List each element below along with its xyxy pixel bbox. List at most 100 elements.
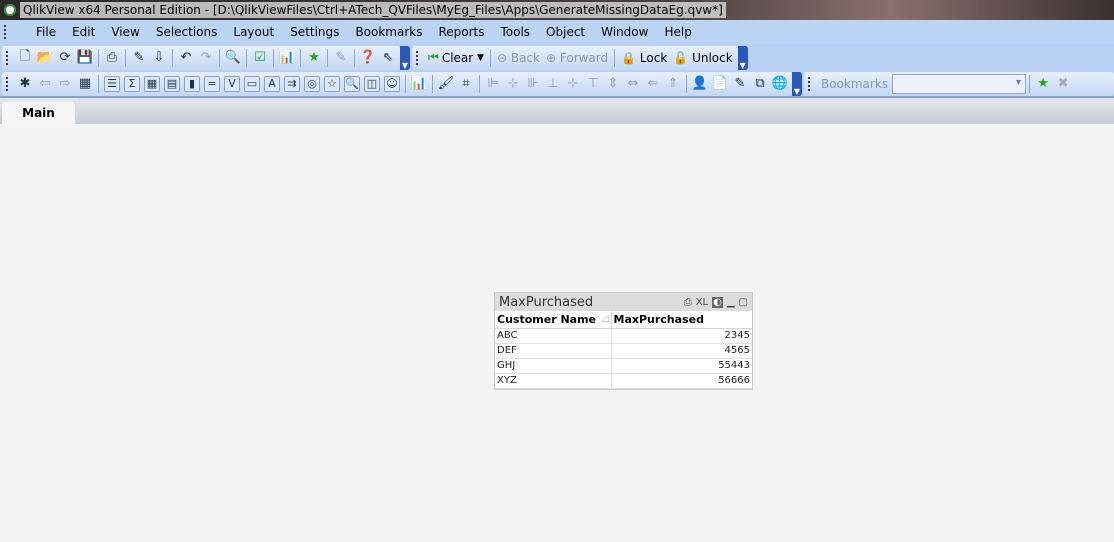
unlock-button[interactable]: 🔓 Unlock bbox=[670, 51, 735, 65]
add-bookmark-icon[interactable]: ★ bbox=[306, 50, 322, 66]
input-box-icon[interactable]: = bbox=[204, 75, 220, 92]
align-left-icon[interactable]: ⊫ bbox=[485, 76, 501, 92]
save-icon[interactable]: 💾 bbox=[77, 50, 93, 66]
line-arrow-icon[interactable]: ⇉ bbox=[284, 75, 300, 92]
lock-button[interactable]: 🔒 Lock bbox=[618, 51, 670, 65]
clear-button[interactable]: ⏮ Clear ▼ bbox=[425, 50, 487, 65]
column-header-customer-name[interactable]: Customer Name ◿ bbox=[495, 311, 612, 329]
maximize-icon[interactable]: ▢ bbox=[739, 297, 748, 308]
align-bottom-icon[interactable]: ⊥ bbox=[545, 76, 561, 92]
space-vertical-icon[interactable]: ⇕ bbox=[605, 76, 621, 92]
statistics-box-icon[interactable]: Σ bbox=[124, 75, 140, 92]
format-painter-icon[interactable]: 🖌 bbox=[438, 76, 455, 92]
web-view-icon[interactable]: 🌐 bbox=[772, 76, 788, 92]
chart-wizard-icon[interactable]: 📊 bbox=[279, 50, 295, 66]
forward-button[interactable]: ⊕ Forward bbox=[543, 51, 611, 65]
new-sheet-icon[interactable]: ✱ bbox=[17, 76, 33, 92]
menu-bookmarks[interactable]: Bookmarks bbox=[347, 25, 430, 39]
align-top-icon[interactable]: ⊤ bbox=[585, 76, 601, 92]
menu-file[interactable]: File bbox=[28, 25, 64, 39]
menu-edit[interactable]: Edit bbox=[64, 25, 103, 39]
menu-view[interactable]: View bbox=[103, 25, 147, 39]
minimize-icon[interactable]: ▁ bbox=[727, 297, 735, 308]
bookmark-object-icon[interactable]: ☆ bbox=[324, 75, 340, 92]
document-properties-icon[interactable]: 📄 bbox=[712, 76, 728, 92]
distribute-left-icon[interactable]: ⇐ bbox=[645, 76, 661, 92]
menu-object[interactable]: Object bbox=[538, 25, 593, 39]
back-button[interactable]: ⊖ Back bbox=[494, 51, 543, 65]
edit-module-icon[interactable]: ✎ bbox=[732, 76, 748, 92]
menu-layout[interactable]: Layout bbox=[225, 25, 282, 39]
table-box-maxpurchased[interactable]: MaxPurchased ⎙ XL ◐ ▁ ▢ Customer Name ◿ M… bbox=[494, 292, 753, 390]
search-icon[interactable]: 🔍 bbox=[225, 50, 241, 66]
print-icon[interactable]: ⎙ bbox=[104, 50, 120, 66]
table-viewer-icon[interactable]: ⧉ bbox=[752, 76, 768, 92]
send-to-excel-icon[interactable]: XL bbox=[696, 297, 708, 308]
tab-main[interactable]: Main bbox=[2, 102, 75, 124]
button-object-icon[interactable]: ▭ bbox=[244, 75, 260, 92]
align-center-icon[interactable]: ⊹ bbox=[505, 76, 521, 92]
column-header-maxpurchased[interactable]: MaxPurchased bbox=[611, 311, 752, 329]
menu-settings[interactable]: Settings bbox=[282, 25, 347, 39]
table-row[interactable]: DEF 4565 bbox=[495, 343, 752, 359]
multibox-icon[interactable]: ▤ bbox=[164, 75, 180, 92]
cell-customer[interactable]: GHJ bbox=[495, 358, 612, 374]
table-row[interactable]: GHJ 55443 bbox=[495, 358, 752, 374]
reload-icon[interactable]: ⟳ bbox=[57, 50, 73, 66]
menu-selections[interactable]: Selections bbox=[148, 25, 226, 39]
table-box-icon[interactable]: ▦ bbox=[144, 75, 160, 92]
cell-customer[interactable]: DEF bbox=[495, 343, 612, 359]
add-bookmark-icon[interactable]: ★ bbox=[1035, 76, 1051, 92]
new-document-icon[interactable]: 🗋 bbox=[17, 49, 33, 66]
cell-customer[interactable]: XYZ bbox=[495, 373, 612, 389]
edit-expression-icon[interactable]: ✎ bbox=[333, 50, 349, 66]
table-row[interactable]: ABC 2345 bbox=[495, 328, 752, 344]
edit-script-icon[interactable]: ✎ bbox=[131, 50, 147, 66]
align-middle-icon[interactable]: ⊹ bbox=[565, 76, 581, 92]
remove-bookmark-icon[interactable]: ✖ bbox=[1055, 76, 1071, 92]
align-grid-icon[interactable]: ⌗ bbox=[458, 76, 474, 92]
text-object-icon[interactable]: A bbox=[264, 75, 280, 92]
help-icon[interactable]: ❓ bbox=[360, 50, 376, 66]
object-caption[interactable]: MaxPurchased ⎙ XL ◐ ▁ ▢ bbox=[495, 293, 752, 311]
chart-properties-icon[interactable]: 📊 bbox=[411, 76, 427, 92]
cell-customer[interactable]: ABC bbox=[495, 328, 612, 344]
toolbar-overflow-button[interactable]: ▼ bbox=[400, 45, 410, 70]
context-help-icon[interactable]: ⇖ bbox=[380, 50, 396, 66]
print-icon[interactable]: ⎙ bbox=[684, 297, 692, 308]
current-selections-box-icon[interactable]: V bbox=[224, 75, 240, 92]
menu-help[interactable]: Help bbox=[656, 25, 699, 39]
menu-reports[interactable]: Reports bbox=[430, 25, 492, 39]
space-horizontal-icon[interactable]: ⇔ bbox=[625, 76, 641, 92]
menu-window[interactable]: Window bbox=[593, 25, 656, 39]
toolbar-overflow-button[interactable]: ▼ bbox=[737, 45, 748, 70]
align-right-icon[interactable]: ⊪ bbox=[525, 76, 541, 92]
toolbar-grip[interactable] bbox=[6, 76, 9, 91]
open-folder-icon[interactable]: 📂 bbox=[37, 50, 53, 66]
chart-icon[interactable]: ▮ bbox=[184, 75, 200, 92]
listbox-icon[interactable]: ☰ bbox=[104, 75, 120, 92]
slider-icon[interactable]: ◎ bbox=[304, 75, 320, 92]
search-object-icon[interactable]: 🔍 bbox=[344, 75, 360, 92]
toolbar-grip[interactable] bbox=[416, 50, 419, 65]
demote-sheet-icon[interactable]: ⇨ bbox=[57, 76, 73, 92]
custom-object-icon[interactable]: ☺ bbox=[384, 75, 400, 92]
toolbar-grip[interactable] bbox=[6, 50, 9, 65]
redo-icon[interactable]: ↷ bbox=[198, 50, 214, 66]
menu-tools[interactable]: Tools bbox=[492, 25, 538, 39]
sheet-properties-icon[interactable]: ▦ bbox=[77, 76, 93, 92]
bookmarks-dropdown[interactable] bbox=[892, 73, 1027, 94]
toolbar-grip[interactable] bbox=[808, 76, 811, 91]
chevron-down-icon[interactable]: ▼ bbox=[477, 53, 484, 63]
table-row[interactable]: XYZ 56666 bbox=[495, 373, 752, 389]
toolbar-grip[interactable] bbox=[4, 25, 22, 39]
restore-icon[interactable]: ◐ bbox=[712, 296, 723, 308]
user-properties-icon[interactable]: 👤 bbox=[692, 76, 708, 92]
toolbar-overflow-button[interactable]: ▼ bbox=[792, 71, 802, 96]
undo-icon[interactable]: ↶ bbox=[178, 50, 194, 66]
promote-sheet-icon[interactable]: ⇦ bbox=[37, 76, 53, 92]
container-icon[interactable]: ◫ bbox=[364, 75, 380, 92]
distribute-top-icon[interactable]: ⇑ bbox=[665, 76, 681, 92]
reload-data-icon[interactable]: ⇩ bbox=[151, 50, 167, 66]
current-selections-icon[interactable]: ☑ bbox=[252, 50, 268, 66]
